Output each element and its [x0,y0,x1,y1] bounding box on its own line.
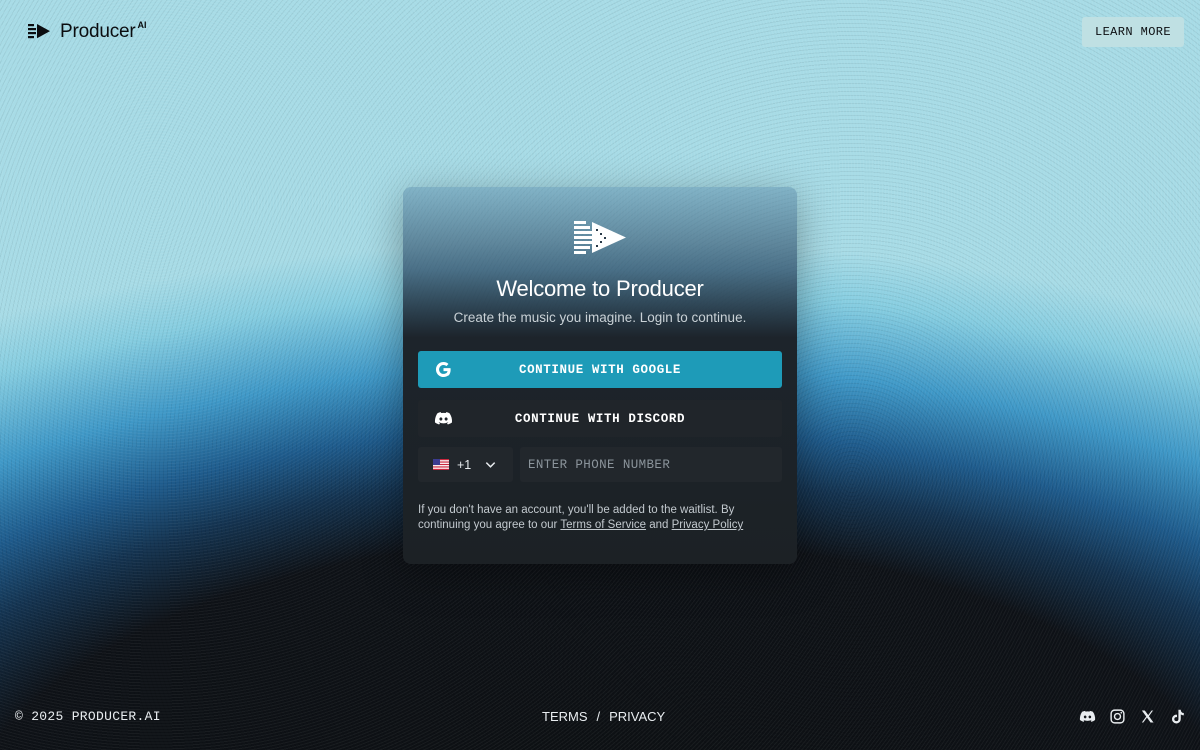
footer-separator: / [596,709,601,724]
footer-privacy-link[interactable]: PRIVACY [609,709,665,724]
phone-login-row: +1 [418,447,782,482]
brand-logo[interactable]: Producer AI [28,20,153,44]
copyright-text: © 2025 PRODUCER.AI [15,709,161,724]
google-icon [435,361,451,378]
google-button-label: CONTINUE WITH GOOGLE [518,362,682,377]
brand-name: Producer [60,21,136,42]
learn-more-button[interactable]: LEARN MORE [1082,17,1184,47]
discord-icon [434,412,453,425]
welcome-title: Welcome to Producer [496,276,704,301]
welcome-subtitle: Create the music you imagine. Login to c… [453,310,747,325]
waitlist-legal-text: If you don't have an account, you'll be … [418,503,768,533]
footer-terms-link[interactable]: TERMS [542,709,588,724]
instagram-icon[interactable] [1109,708,1126,725]
continue-with-discord-button[interactable]: CONTINUE WITH DISCORD [418,400,782,437]
tiktok-icon[interactable] [1169,708,1186,725]
x-icon[interactable] [1139,708,1156,725]
producer-logo-icon [28,24,50,39]
footer-links: TERMS / PRIVACY [542,709,665,724]
chevron-down-icon [485,462,496,468]
country-code-select[interactable]: +1 [418,447,513,482]
privacy-policy-link[interactable]: Privacy Policy [672,519,744,531]
terms-of-service-link[interactable]: Terms of Service [560,519,646,531]
continue-with-google-button[interactable]: CONTINUE WITH GOOGLE [418,351,782,388]
login-card: Welcome to Producer Create the music you… [403,187,797,564]
social-links [1079,708,1186,725]
discord-button-label: CONTINUE WITH DISCORD [514,411,686,426]
legal-and: and [649,519,669,531]
producer-card-logo-icon [574,221,626,254]
brand-superscript: AI [137,20,147,30]
dial-code: +1 [457,457,472,472]
top-bar: Producer AI LEARN MORE [0,0,1200,64]
discord-icon[interactable] [1079,708,1096,725]
phone-number-input[interactable] [520,447,782,482]
us-flag-icon [433,459,449,470]
